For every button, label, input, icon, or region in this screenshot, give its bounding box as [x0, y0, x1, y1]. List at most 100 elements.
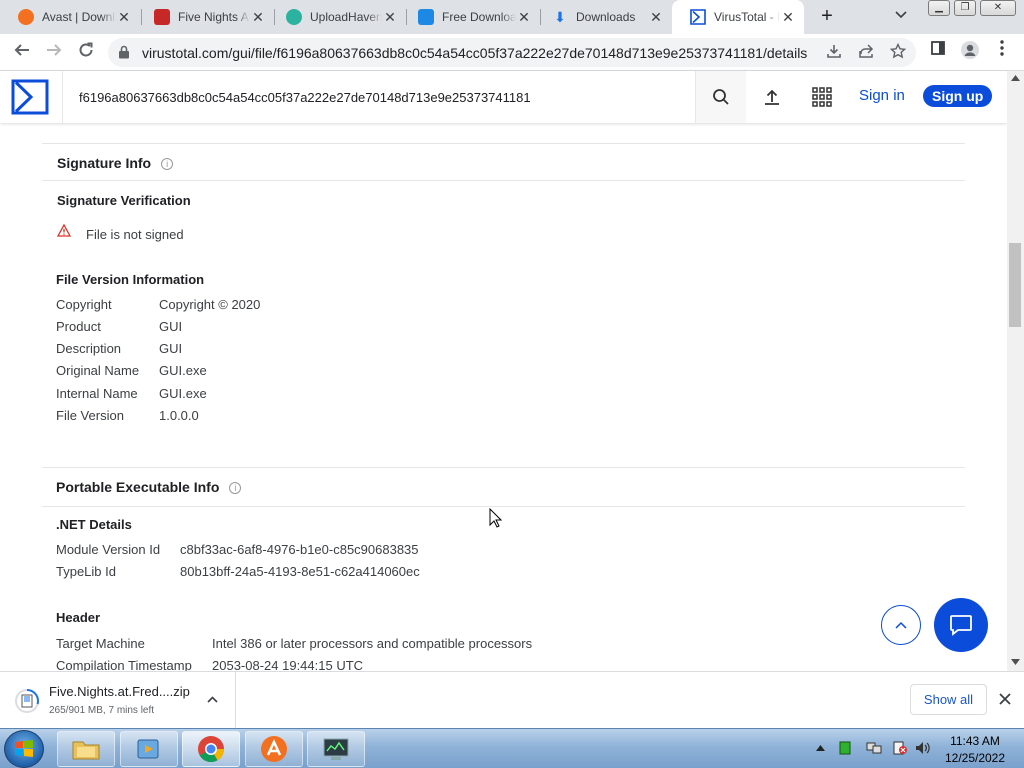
download-item[interactable]: Five.Nights.at.Fred....zip 265/901 MB, 7… [0, 672, 236, 728]
info-icon[interactable]: i [161, 158, 174, 170]
reload-button[interactable] [74, 40, 98, 64]
divider [42, 180, 965, 181]
free-download-icon [418, 9, 434, 25]
close-tab-icon[interactable]: ✕ [382, 9, 398, 26]
page-scrollbar[interactable] [1007, 71, 1024, 671]
avast-icon [261, 736, 287, 762]
tray-expand-icon[interactable] [816, 745, 825, 751]
upload-icon [765, 89, 779, 105]
sign-in-link[interactable]: Sign in [859, 87, 905, 104]
header-title: Header [56, 610, 101, 625]
tab-downloads[interactable]: ⬇ Downloads ✕ [534, 0, 672, 34]
close-tab-icon[interactable]: ✕ [516, 9, 532, 26]
share-icon[interactable] [856, 43, 876, 63]
search-button[interactable] [696, 71, 746, 123]
info-icon[interactable]: i [229, 482, 242, 494]
scrollbar-thumb[interactable] [1009, 243, 1021, 327]
signature-status: File is not signed [86, 227, 184, 242]
action-center-icon[interactable] [892, 741, 908, 755]
close-window-button[interactable]: ✕ [980, 0, 1016, 16]
search-input[interactable] [79, 87, 679, 107]
field-label: File Version [56, 408, 124, 423]
tab-virustotal[interactable]: VirusTotal - File ✕ [672, 0, 804, 34]
minimize-button[interactable]: ▁ [928, 0, 950, 16]
divider [42, 467, 965, 468]
volume-icon[interactable] [915, 741, 931, 755]
windows-taskbar: 11:43 AM 12/25/2022 [0, 728, 1024, 768]
close-tab-icon[interactable]: ✕ [250, 9, 266, 26]
forward-button[interactable] [42, 40, 66, 64]
profile-avatar[interactable] [958, 40, 982, 64]
taskbar-media-player[interactable] [120, 731, 178, 767]
taskbar-chrome[interactable] [182, 731, 240, 767]
field-value: 80b13bff-24a5-4193-8e51-c62a414060ec [180, 564, 420, 579]
close-tab-icon[interactable]: ✕ [116, 9, 132, 26]
maximize-button[interactable]: ❐ [954, 0, 976, 16]
taskbar-task-manager[interactable] [307, 731, 365, 767]
clock-date: 12/25/2022 [944, 751, 1006, 765]
new-tab-button[interactable]: + [815, 5, 839, 29]
lock-icon[interactable] [118, 45, 130, 59]
virustotal-logo-icon[interactable] [11, 79, 49, 115]
field-value: c8bf33ac-6af8-4976-b1e0-c85c90683835 [180, 542, 419, 557]
field-label: Original Name [56, 363, 140, 378]
bookmark-star-icon[interactable] [888, 42, 908, 63]
clock-time: 11:43 AM [950, 734, 1000, 748]
tab-uploadhaven[interactable]: UploadHaven ✕ [268, 0, 406, 34]
side-panel-icon[interactable] [926, 40, 950, 64]
close-tab-icon[interactable]: ✕ [780, 9, 796, 26]
tab-five-nights[interactable]: Five Nights At Freddy's ✕ [136, 0, 274, 34]
show-all-button[interactable]: Show all [910, 684, 987, 715]
install-app-icon[interactable] [824, 43, 844, 63]
close-shelf-icon[interactable] [999, 693, 1011, 705]
url-text[interactable]: virustotal.com/gui/file/f6196a80637663db… [142, 45, 807, 61]
field-label: Target Machine [56, 636, 145, 651]
browser-menu-icon[interactable] [990, 40, 1014, 64]
field-label: Internal Name [56, 386, 138, 401]
tab-search-icon[interactable] [895, 8, 907, 22]
field-label: Module Version Id [56, 542, 161, 557]
tab-avast[interactable]: Avast | Download Free ✕ [0, 0, 140, 34]
download-shelf: Five.Nights.at.Fred....zip 265/901 MB, 7… [0, 671, 1024, 728]
battery-icon[interactable] [838, 741, 852, 755]
download-icon: ⬇ [554, 9, 566, 25]
apps-grid-button[interactable] [808, 71, 836, 123]
folder-icon [72, 741, 100, 760]
pe-info-title: Portable Executable Info i [56, 479, 242, 495]
start-button[interactable] [4, 730, 44, 768]
uploadhaven-icon [286, 9, 302, 25]
network-icon[interactable] [866, 741, 882, 755]
field-value: GUI.exe [159, 363, 207, 378]
warning-icon [57, 224, 71, 237]
download-status: 265/901 MB, 7 mins left [49, 705, 155, 716]
field-value: Intel 386 or later processors and compat… [212, 636, 533, 651]
system-clock[interactable]: 11:43 AM 12/25/2022 [940, 733, 1010, 767]
apps-grid-icon [812, 87, 832, 107]
tab-free-download[interactable]: Free Download ✕ [400, 0, 540, 34]
five-nights-icon [154, 9, 170, 25]
sign-up-button[interactable]: Sign up [923, 85, 993, 107]
close-tab-icon[interactable]: ✕ [648, 9, 664, 26]
field-label: Product [56, 319, 101, 334]
address-bar[interactable]: virustotal.com/gui/file/f6196a80637663db… [108, 38, 916, 67]
search-icon [713, 89, 729, 105]
scroll-down-arrow-icon[interactable] [1011, 659, 1020, 665]
taskbar-avast[interactable] [245, 731, 303, 767]
field-value: 2053-08-24 19:44:15 UTC [212, 658, 364, 671]
file-version-title: File Version Information [56, 272, 205, 287]
net-details-title: .NET Details [56, 517, 132, 532]
chat-icon [950, 615, 972, 636]
scroll-to-top-button[interactable] [881, 605, 921, 645]
chrome-icon [198, 736, 225, 763]
scroll-up-arrow-icon[interactable] [1011, 75, 1020, 81]
back-button[interactable] [10, 40, 34, 64]
virustotal-header: Sign in Sign up [0, 71, 1007, 123]
field-value: GUI.exe [159, 386, 207, 401]
chat-button[interactable] [934, 598, 988, 652]
chevron-up-icon[interactable] [207, 696, 218, 703]
upload-button[interactable] [758, 71, 786, 123]
tab-strip: Avast | Download Free ✕ Five Nights At F… [0, 0, 1024, 34]
browser-toolbar: virustotal.com/gui/file/f6196a80637663db… [0, 34, 1024, 71]
field-label: Compilation Timestamp [56, 658, 192, 671]
taskbar-explorer[interactable] [57, 731, 115, 767]
